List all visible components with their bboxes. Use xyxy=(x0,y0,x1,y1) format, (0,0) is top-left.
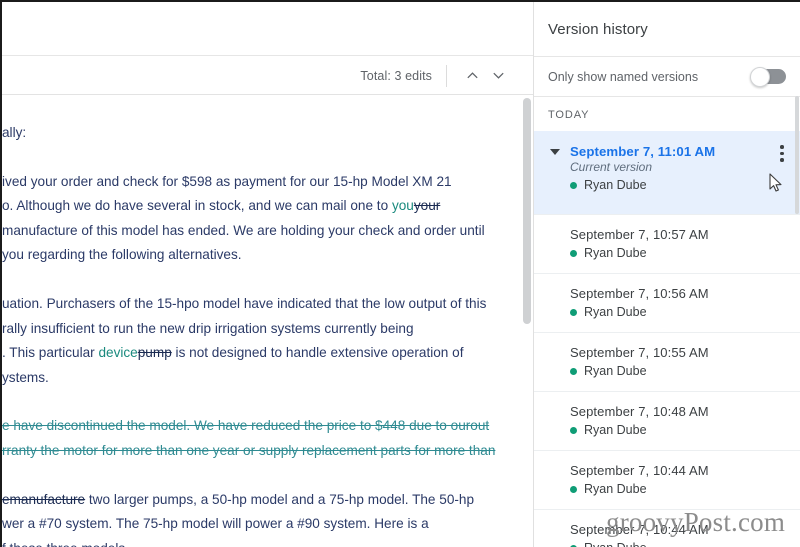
version-timestamp: September 7, 10:48 AM xyxy=(570,404,709,419)
editor-top-strip xyxy=(2,2,533,56)
version-item[interactable]: September 7, 10:56 AM Ryan Dube xyxy=(534,273,800,332)
version-author: Ryan Dube xyxy=(570,178,786,192)
version-subtitle: Current version xyxy=(570,160,653,174)
document-line: emanufacture two larger pumps, a 50-hp m… xyxy=(2,488,508,513)
document-line: o. Although we do have several in stock,… xyxy=(2,194,508,219)
document-text-body[interactable]: ally: ived your order and check for $598 … xyxy=(2,121,508,547)
author-color-dot xyxy=(570,485,577,493)
author-name: Ryan Dube xyxy=(584,178,647,192)
version-item[interactable]: September 7, 10:55 AM Ryan Dube xyxy=(534,332,800,391)
version-timestamp: September 7, 10:57 AM xyxy=(570,227,709,242)
watermark: groovyPost.com xyxy=(606,507,786,537)
version-item[interactable]: September 7, 10:44 AM Ryan Dube xyxy=(534,450,800,509)
deleted-text: emanufacture xyxy=(2,491,86,507)
author-name: Ryan Dube xyxy=(584,305,647,319)
document-line: . This particular devicepump is not desi… xyxy=(2,341,508,366)
history-scrollbar-thumb[interactable] xyxy=(795,96,799,214)
version-history-title: Version history xyxy=(548,20,648,38)
version-item-current[interactable]: September 7, 11:01 AM Current version Ryan… xyxy=(534,131,800,214)
edits-summary-toolbar: Total: 3 edits xyxy=(2,57,533,95)
document-editor-pane: Total: 3 edits ally: ived your order and … xyxy=(2,2,533,547)
version-author: Ryan Dube xyxy=(570,423,786,437)
named-versions-row[interactable]: Only show named versions xyxy=(534,57,800,97)
toolbar-divider xyxy=(446,64,447,87)
deleted-text: pump xyxy=(137,345,172,361)
version-timestamp: September 7, 10:56 AM xyxy=(570,286,709,301)
document-line: wer a #70 system. The 75-hp model will p… xyxy=(2,512,508,537)
version-timestamp: September 7, 10:55 AM xyxy=(570,345,709,360)
document-text-run: f these three models. xyxy=(2,541,129,547)
document-line: rally insufficient to run the new drip i… xyxy=(2,317,508,342)
author-name: Ryan Dube xyxy=(584,423,647,437)
document-line: ived your order and check for $598 as pa… xyxy=(2,170,508,195)
author-color-dot xyxy=(570,426,577,434)
author-color-dot xyxy=(570,308,577,316)
document-line: ally: xyxy=(2,121,508,146)
edits-total-label: Total: 3 edits xyxy=(360,68,432,83)
version-history-header: Version history xyxy=(534,2,800,57)
inserted-text: you xyxy=(391,198,414,214)
deleted-text: rranty the motor for more than one year … xyxy=(2,442,496,458)
version-history-pane: Version history Only show named versions… xyxy=(533,2,800,547)
version-author: Ryan Dube xyxy=(570,482,786,496)
document-text-run: wer a #70 system. The 75-hp model will p… xyxy=(2,516,429,532)
document-line: manufacture of this model has ended. We … xyxy=(2,219,508,244)
document-text-run: is not designed to handle extensive oper… xyxy=(171,345,464,361)
mouse-cursor xyxy=(769,173,782,192)
document-line: uation. Purchasers of the 15-hpo model h… xyxy=(2,292,508,317)
document-text-run: uation. Purchasers of the 15-hpo model h… xyxy=(2,295,487,311)
author-name: Ryan Dube xyxy=(584,482,647,496)
version-author: Ryan Dube xyxy=(570,541,786,547)
version-author: Ryan Dube xyxy=(570,246,786,260)
document-scrollbar-thumb[interactable] xyxy=(523,98,531,324)
deleted-text: your xyxy=(413,198,441,214)
version-item[interactable]: September 7, 10:57 AM Ryan Dube xyxy=(534,214,800,273)
kebab-menu-icon[interactable] xyxy=(780,145,784,165)
version-timestamp: September 7, 10:44 AM xyxy=(570,463,709,478)
next-edit-button[interactable] xyxy=(485,63,511,89)
document-text-run: you regarding the following alternatives… xyxy=(2,247,242,263)
document-text-run: rally insufficient to run the new drip i… xyxy=(2,320,414,336)
document-text-run: ystems. xyxy=(2,369,49,385)
inserted-text: device xyxy=(98,345,138,361)
toggle-knob xyxy=(750,66,770,87)
version-timestamp: September 7, 11:01 AM xyxy=(570,144,716,159)
app-root: Total: 3 edits ally: ived your order and … xyxy=(0,0,800,547)
author-name: Ryan Dube xyxy=(584,541,647,547)
author-color-dot xyxy=(570,249,577,257)
named-versions-label: Only show named versions xyxy=(548,69,699,84)
document-text-run: ally: xyxy=(2,125,27,140)
previous-edit-button[interactable] xyxy=(459,63,485,89)
history-group-label: TODAY xyxy=(548,109,590,121)
deleted-text: e have discontinued the model. We have r… xyxy=(2,418,490,434)
document-text-run: manufacture of this model has ended. We … xyxy=(2,222,485,238)
named-versions-toggle[interactable] xyxy=(750,66,786,87)
document-line: e have discontinued the model. We have r… xyxy=(2,414,508,439)
document-line: ystems. xyxy=(2,366,508,391)
caret-down-icon[interactable] xyxy=(550,149,560,155)
document-line: you regarding the following alternatives… xyxy=(2,243,508,268)
author-color-dot xyxy=(570,367,577,375)
version-author: Ryan Dube xyxy=(570,305,786,319)
author-name: Ryan Dube xyxy=(584,246,647,260)
version-history-list: September 7, 11:01 AM Current version Ryan… xyxy=(534,131,800,547)
author-name: Ryan Dube xyxy=(584,364,647,378)
document-line: rranty the motor for more than one year … xyxy=(2,439,508,464)
version-author: Ryan Dube xyxy=(570,364,786,378)
document-line: f these three models. xyxy=(2,537,508,547)
document-text-run: two larger pumps, a 50-hp model and a 75… xyxy=(85,491,475,507)
version-item[interactable]: September 7, 10:48 AM Ryan Dube xyxy=(534,391,800,450)
document-text-run: o. Although we do have several in stock,… xyxy=(2,198,392,214)
document-canvas: ally: ived your order and check for $598 … xyxy=(2,95,533,547)
document-text-run: ived your order and check for $598 as pa… xyxy=(2,173,452,189)
document-page[interactable]: ally: ived your order and check for $598 … xyxy=(2,95,521,547)
document-text-run: . This particular xyxy=(2,345,99,361)
author-color-dot xyxy=(570,181,577,189)
